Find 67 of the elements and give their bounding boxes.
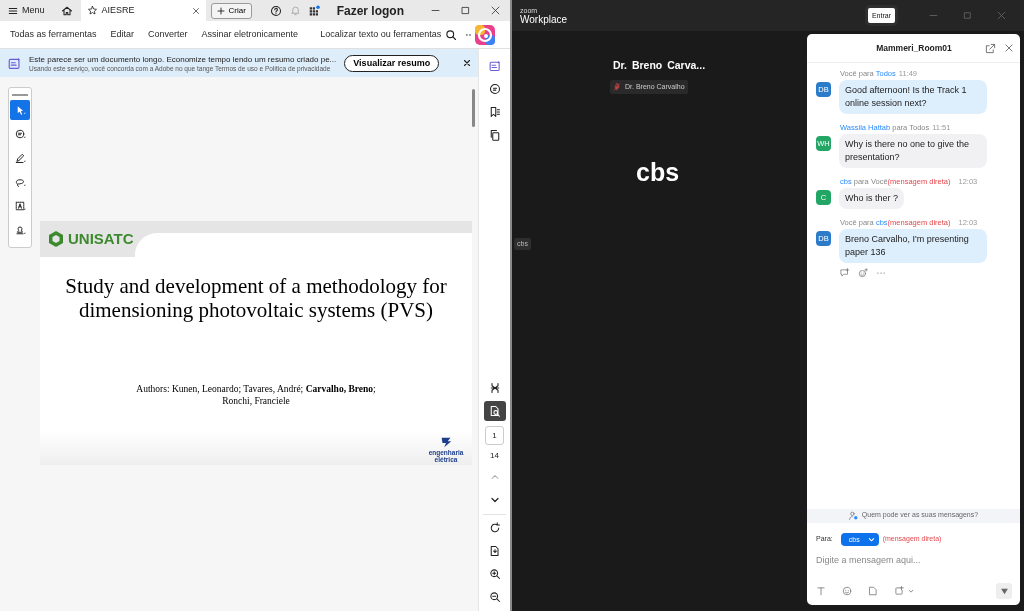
close-icon[interactable] [463, 59, 472, 67]
close-icon[interactable] [489, 5, 501, 16]
message-bubble: Breno Carvalho, I'm presenting paper 136 [839, 229, 987, 263]
fit-page-icon[interactable] [488, 382, 501, 394]
message-bubble: Who is ther ? [839, 188, 905, 209]
send-button[interactable] [996, 583, 1012, 599]
message-bubble: Why is there no one to give the presentation? [839, 134, 987, 168]
menu-icon [8, 5, 18, 16]
sign-in-link[interactable]: Fazer logon [336, 1, 404, 20]
page-count: 14 [489, 450, 500, 462]
tool-menu-item[interactable]: Converter [148, 27, 188, 42]
search-page-icon[interactable] [488, 405, 501, 417]
palette-button[interactable] [10, 100, 30, 120]
search-tools-label[interactable]: Localizar texto ou ferramentas [320, 27, 442, 42]
caret-icon[interactable] [908, 588, 914, 594]
help-icon[interactable] [269, 4, 282, 17]
tool-menu-item[interactable]: Assinar eletronicamente [201, 27, 299, 42]
pen-icon [14, 152, 26, 164]
apps-icon[interactable] [308, 4, 321, 17]
zoom-out-icon[interactable] [488, 591, 501, 603]
stamp-icon [14, 224, 26, 236]
file-icon[interactable] [868, 586, 878, 596]
home-icon[interactable] [60, 4, 73, 17]
bolt-icon [439, 435, 453, 449]
comment-icon[interactable] [488, 83, 501, 95]
bookmark-icon[interactable] [488, 106, 501, 118]
tool-menu-item[interactable]: Todas as ferramentas [10, 27, 97, 42]
search-icon[interactable] [445, 28, 458, 41]
document-icon[interactable] [488, 545, 501, 557]
zoom-in-icon[interactable] [488, 568, 501, 580]
lasso-icon [14, 176, 26, 188]
hexagon-icon [48, 230, 64, 248]
document-title: Study and development of a methodology for dimensioning photovoltaic systems (PVS) [64, 274, 448, 322]
scrollbar-thumb[interactable] [472, 89, 475, 127]
emoji-icon[interactable] [842, 586, 852, 596]
people-icon [848, 511, 858, 520]
message-bubble: Good afternoon! Is the Track 1 online session next? [839, 80, 987, 114]
rotate-icon[interactable] [488, 522, 501, 534]
app-logo-icon[interactable] [475, 24, 496, 45]
comment-icon [14, 128, 26, 140]
author-list: Authors: Kunen, Leonardo; Tavares, André; Carvalho, Breno; Ronchi, Franciele [130, 383, 382, 407]
menu-button[interactable]: Menu [8, 3, 45, 18]
copy-icon[interactable] [488, 129, 501, 141]
star-icon[interactable] [86, 5, 98, 16]
banner-message: Este parece ser um documento longo. Economize tempo lendo um resumo criado pe... [29, 53, 337, 65]
participant-name: cbs [636, 157, 680, 189]
document-tab[interactable]: AIESRE [80, 0, 206, 21]
brand-name: Workplace [520, 13, 568, 25]
summary-icon [8, 56, 21, 70]
page-number-field[interactable]: 1 [485, 426, 504, 445]
create-button[interactable]: Criar [210, 2, 252, 19]
message-input[interactable]: Digite a mensagem aqui... [816, 553, 1012, 567]
chat-title: Mammeri_Room01 [875, 41, 953, 55]
text-box-icon [14, 200, 26, 212]
tool-menu-item[interactable]: Editar [110, 27, 135, 42]
send-icon [999, 586, 1009, 596]
plus-icon [216, 6, 225, 15]
view-summary-button[interactable]: Visualizar resumo [344, 54, 440, 72]
maximize-icon[interactable] [459, 5, 471, 16]
pop-out-icon[interactable] [985, 42, 996, 54]
logo-drawing: UNISATC [40, 221, 135, 257]
summary-icon[interactable] [488, 60, 501, 72]
screenshot-icon[interactable] [894, 586, 904, 596]
reply-icon[interactable] [840, 268, 850, 278]
chevron-down-icon [867, 535, 875, 543]
add-reaction-icon[interactable] [858, 268, 868, 278]
participant-name: Dr. Breno Carva... [613, 58, 706, 73]
